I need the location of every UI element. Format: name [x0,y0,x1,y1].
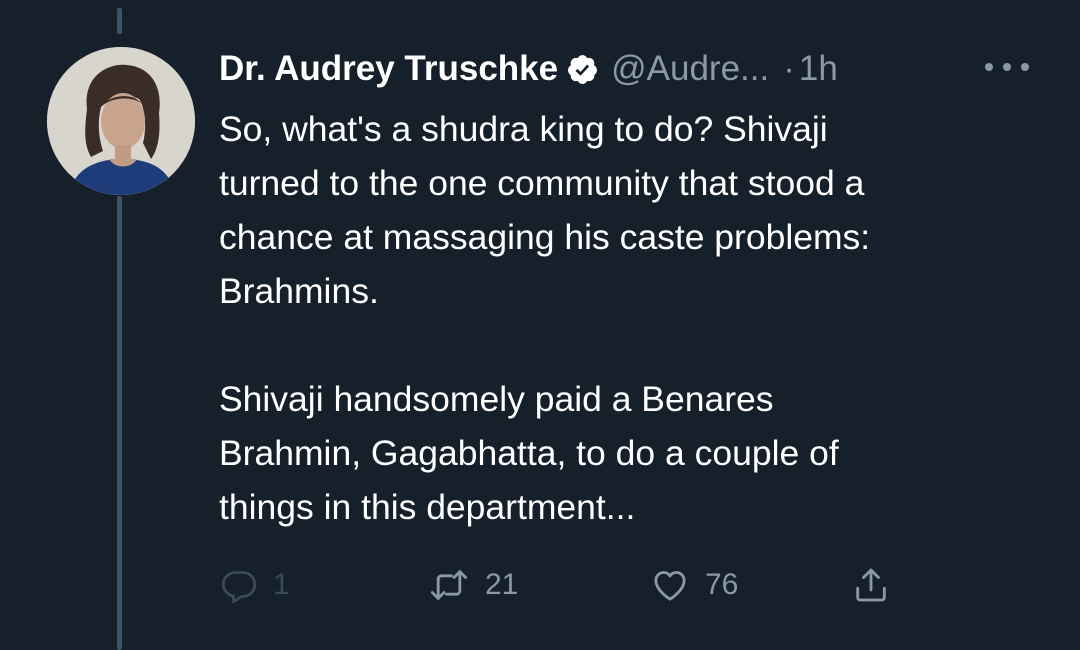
tweet-line: Shivaji handsomely paid a Benares [219,379,774,419]
like-icon [654,571,686,601]
thread-line-top [117,8,122,34]
tweet-line: So, what's a shudra king to do? Shivaji [219,109,828,149]
tweet-header: Dr. Audrey Truschke @Audre... · 1h [219,46,838,92]
verified-badge-icon [566,53,599,86]
author-name[interactable]: Dr. Audrey Truschke [219,49,558,89]
retweet-button[interactable]: 21 [427,560,518,610]
share-button[interactable] [851,560,891,610]
reply-count: 1 [273,568,290,601]
like-count: 76 [705,568,739,601]
avatar[interactable] [47,47,195,195]
tweet-line: turned to the one community that stood a [219,163,865,203]
tweet-timestamp[interactable]: 1h [799,49,838,89]
tweet-line: things in this department... [219,487,636,527]
more-options-icon[interactable] [985,56,1029,78]
avatar-image [47,47,195,195]
reply-icon [221,571,257,604]
tweet-line: chance at massaging his caste problems: [219,217,871,257]
more-dot [1021,63,1029,71]
retweet-count: 21 [485,568,519,601]
tweet-paragraph: So, what's a shudra king to do? Shivaji … [219,102,1059,318]
author-handle[interactable]: @Audre... [611,49,769,89]
retweet-icon [430,570,468,600]
like-button[interactable]: 76 [649,560,738,610]
share-icon [856,568,886,602]
more-dot [1003,63,1011,71]
reply-button[interactable]: 1 [219,560,290,610]
tweet-text: So, what's a shudra king to do? Shivaji … [219,102,1059,534]
tweet-line: Brahmins. [219,271,379,311]
separator-dot: · [783,49,795,88]
more-dot [985,63,993,71]
thread-line-bottom [117,196,122,650]
tweet-paragraph: Shivaji handsomely paid a Benares Brahmi… [219,372,1059,534]
tweet-actions: 1 21 76 [219,560,919,610]
tweet-line: Brahmin, Gagabhatta, to do a couple of [219,433,839,473]
